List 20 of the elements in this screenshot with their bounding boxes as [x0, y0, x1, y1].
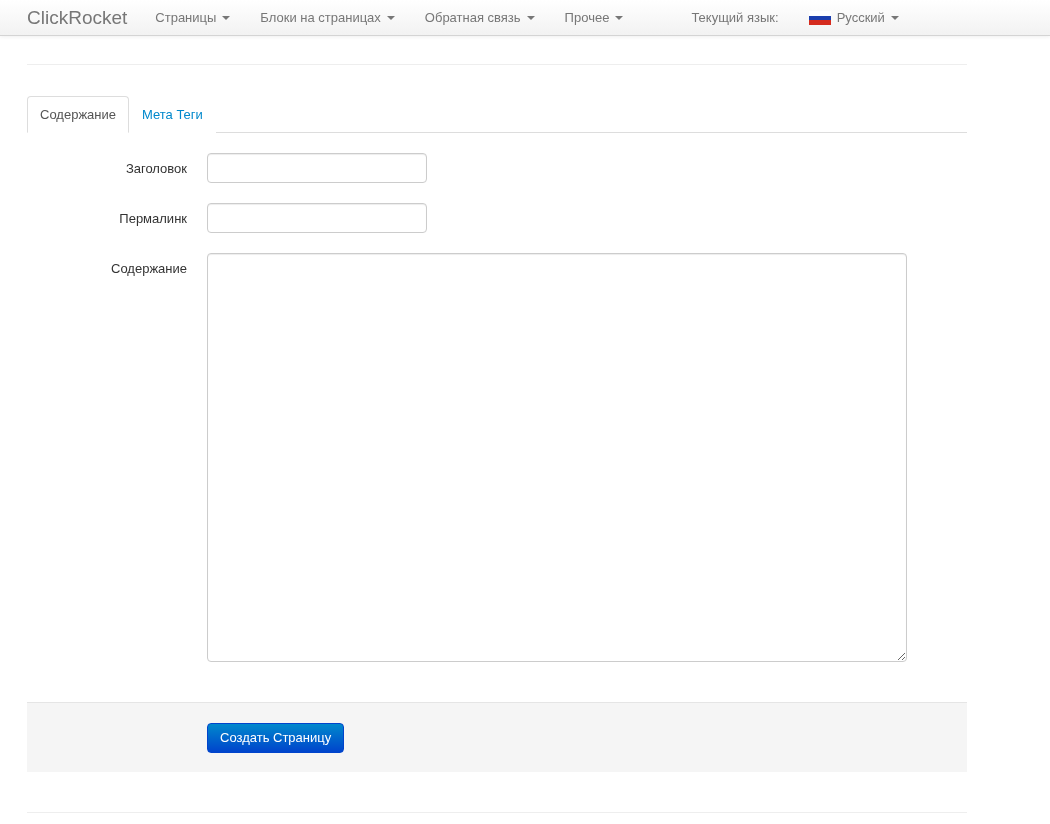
field-label: Заголовок: [124, 160, 187, 176]
nav-menu[interactable]: Обратная связь: [424, 10, 535, 25]
language-menu[interactable]: Русский: [808, 10, 899, 25]
caret-icon: [526, 15, 535, 20]
brand-logo[interactable]: ClickRocket: [27, 6, 128, 29]
nav-menu[interactable]: Страницы: [155, 10, 231, 25]
nav-menu[interactable]: Блоки на страницах: [260, 10, 395, 25]
caret-icon: [222, 15, 231, 20]
textarea-field[interactable]: [207, 253, 907, 662]
language-label: Текущий язык:: [691, 10, 779, 25]
caret-icon: [890, 15, 899, 20]
submit-button[interactable]: Создать Страницу: [207, 722, 345, 753]
input-field[interactable]: [207, 203, 427, 233]
field-label: Пермалинк: [118, 210, 187, 226]
input-field[interactable]: [207, 153, 427, 183]
nav-menu[interactable]: Прочее: [564, 10, 624, 25]
tab[interactable]: Содержание: [27, 96, 129, 133]
caret-icon: [615, 15, 624, 20]
field-label: Содержание: [110, 260, 187, 276]
caret-icon: [386, 15, 395, 20]
